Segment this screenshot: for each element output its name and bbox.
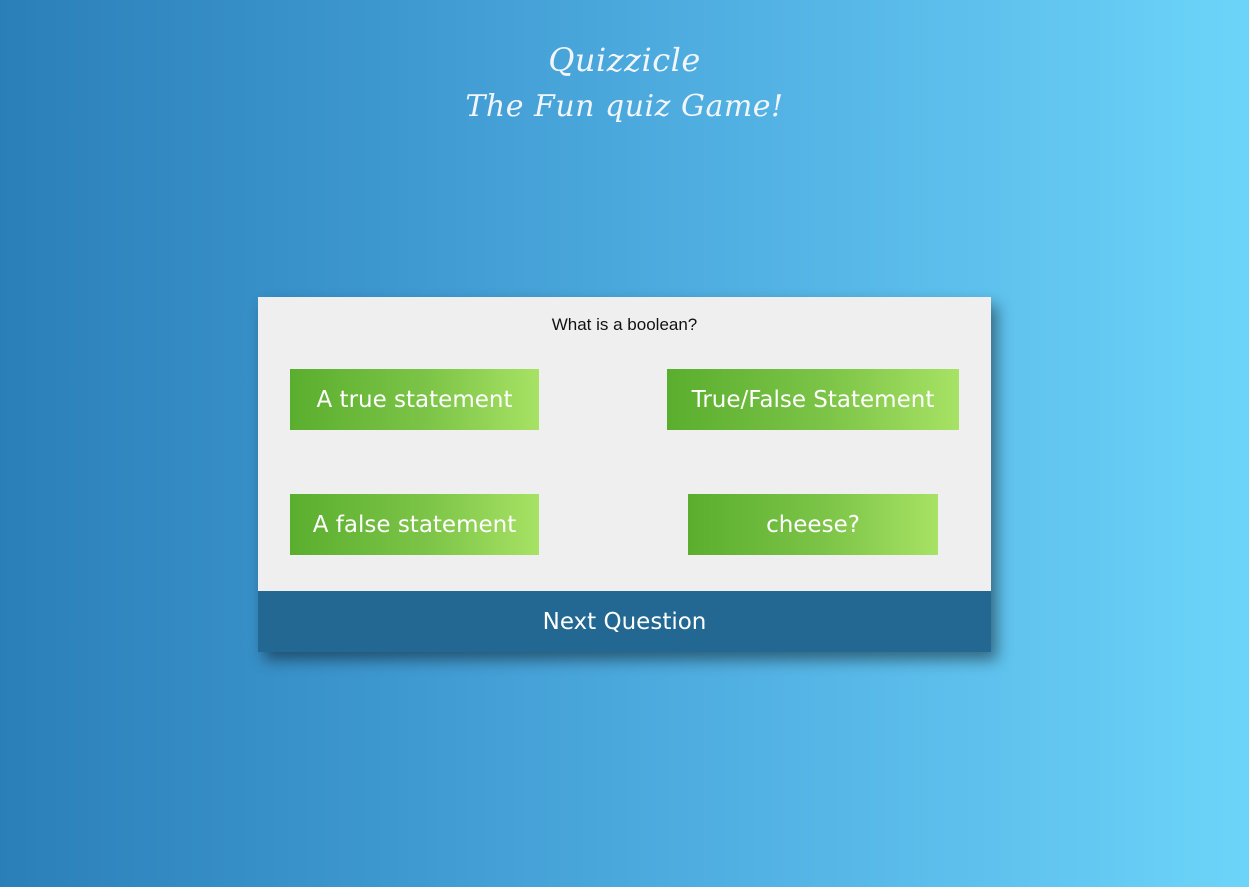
question-text: What is a boolean? xyxy=(551,315,698,334)
next-question-button[interactable]: Next Question xyxy=(258,591,991,652)
app-title: Quizzicle xyxy=(548,41,701,79)
header: Quizzicle The Fun quiz Game! xyxy=(0,36,1249,130)
quiz-card: What is a boolean? A true statement True… xyxy=(258,297,991,652)
answer-button-2[interactable]: True/False Statement xyxy=(667,369,959,430)
answer-button-3[interactable]: A false statement xyxy=(290,494,539,555)
app-subtitle: The Fun quiz Game! xyxy=(465,89,784,124)
answer-button-4[interactable]: cheese? xyxy=(688,494,938,555)
answer-button-1[interactable]: A true statement xyxy=(290,369,539,430)
